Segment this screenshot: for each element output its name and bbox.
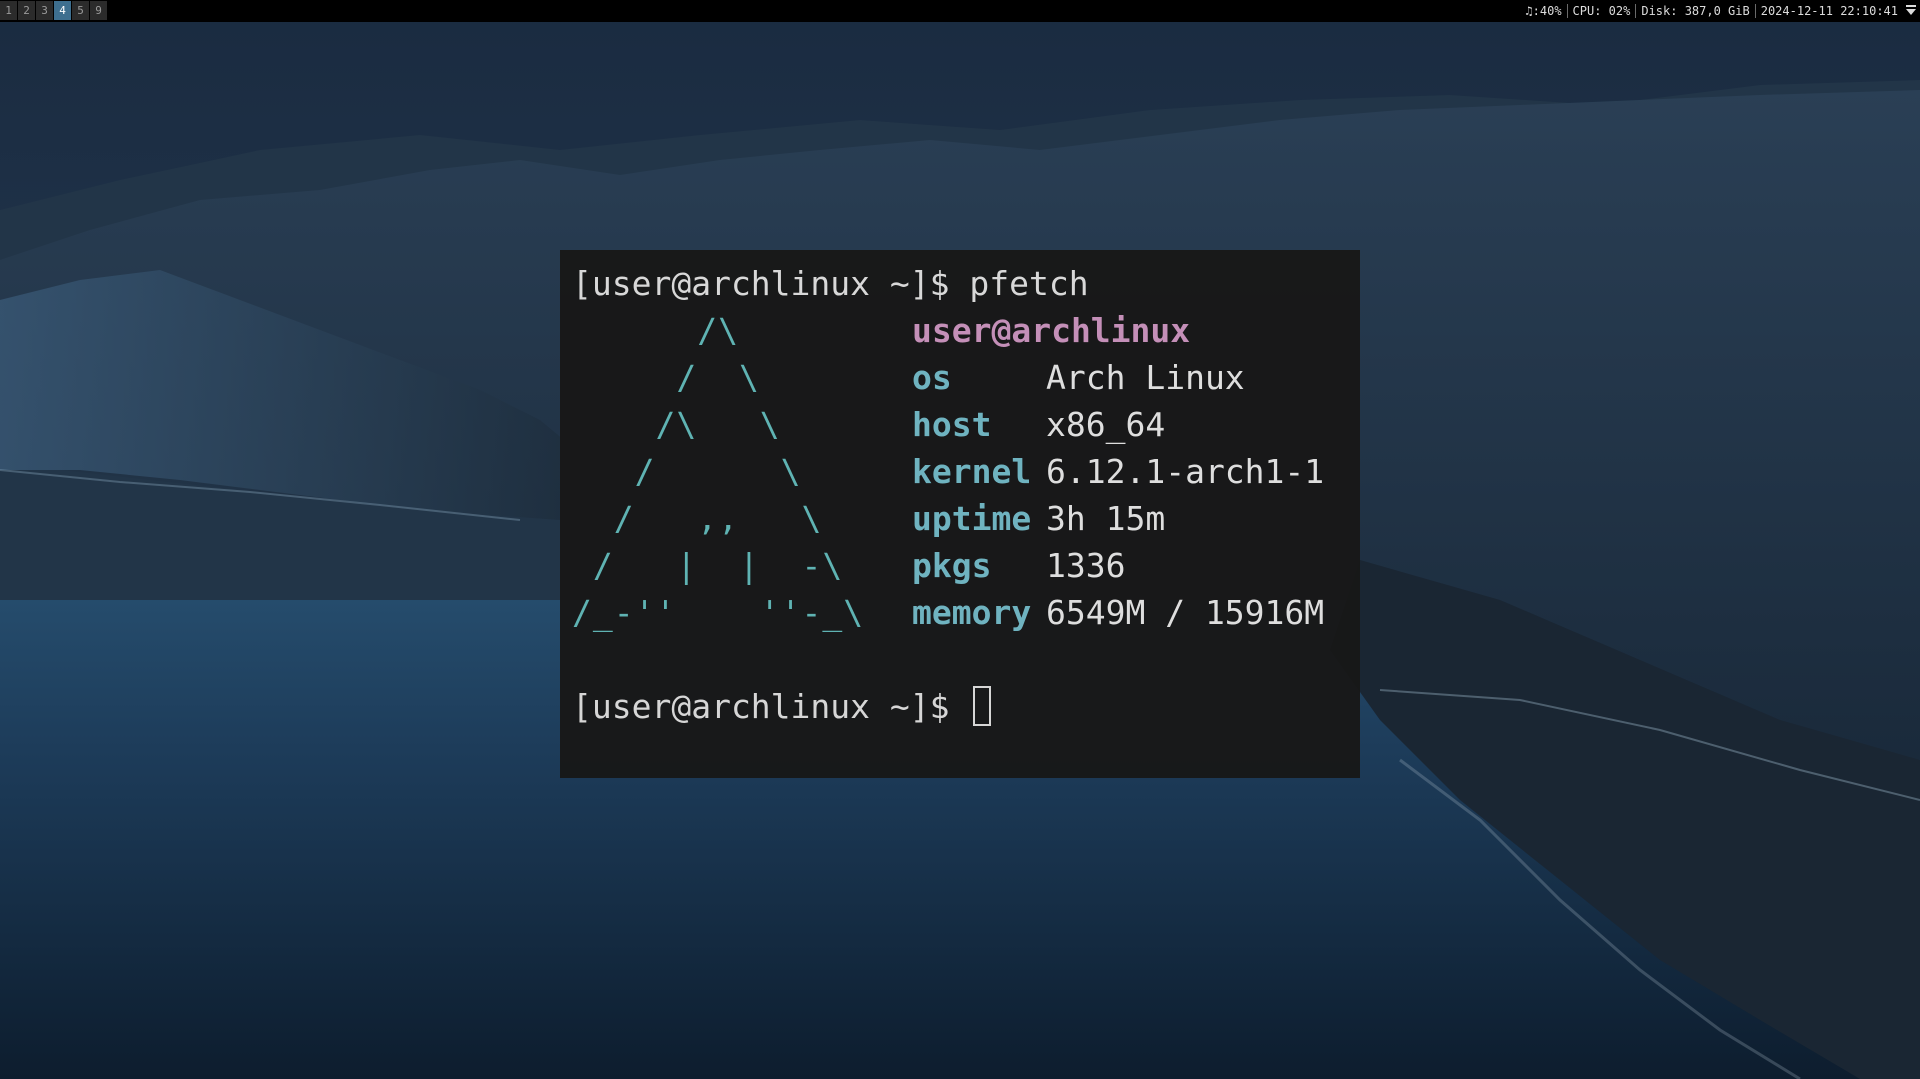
info-row-uptime: uptime 3h 15m [912,495,1324,542]
info-key: os [912,358,952,397]
logo-line: / \ [572,452,802,491]
logo-line: /\ \ [572,405,781,444]
info-row-host: host x86_64 [912,401,1324,448]
workspace-3-button[interactable]: 3 [36,1,53,20]
status-area: ♫:40% CPU: 02% Disk: 387,0 GiB 2024-12-1… [1525,0,1916,22]
workspace-9-button[interactable]: 9 [90,1,107,20]
info-value: 1336 [1046,546,1126,585]
info-value: 6549M / 15916M [1046,593,1325,632]
datetime-status: 2024-12-11 22:10:41 [1760,4,1898,18]
info-key: memory [912,593,1032,632]
info-key: pkgs [912,546,992,585]
info-value: 3h 15m [1046,499,1166,538]
logo-line: / ,, \ [572,499,823,538]
workspace-2-button[interactable]: 2 [18,1,35,20]
top-bar: 1 2 3 4 5 9 ♫:40% CPU: 02% Disk: 387,0 G… [0,0,1920,22]
command-text: pfetch [969,264,1089,303]
terminal-window[interactable]: [user@archlinux ~]$ pfetch /\ / \ /\ \ /… [560,250,1360,778]
info-row-memory: memory 6549M / 15916M [912,589,1324,636]
active-prompt-line[interactable]: [user@archlinux ~]$ [572,683,992,730]
info-value: 6.12.1-arch1-1 [1046,452,1325,491]
info-row-kernel: kernel 6.12.1-arch1-1 [912,448,1324,495]
info-value: x86_64 [1046,405,1166,444]
status-separator [1566,4,1568,18]
shell-prompt: [user@archlinux ~]$ [572,687,970,726]
info-value: Arch Linux [1046,358,1245,397]
cpu-status: CPU: 02% [1572,4,1631,18]
status-separator [1754,4,1756,18]
arch-logo-ascii: /\ / \ /\ \ / \ / ,, \ / | | -\ /_-'' ''-… [572,307,864,636]
info-row-os: os Arch Linux [912,354,1324,401]
workspace-5-button[interactable]: 5 [72,1,89,20]
status-separator [1635,4,1637,18]
logo-line: / \ [572,358,760,397]
workspace-1-button[interactable]: 1 [0,1,17,20]
shell-prompt: [user@archlinux ~]$ [572,264,970,303]
info-key: host [912,405,992,444]
info-row-pkgs: pkgs 1336 [912,542,1324,589]
text-cursor [973,686,992,726]
chevron-down-icon[interactable] [1906,5,1916,15]
info-key: uptime [912,499,1032,538]
workspace-list: 1 2 3 4 5 9 [0,0,108,22]
command-line: [user@archlinux ~]$ pfetch [572,260,1360,307]
disk-status: Disk: 387,0 GiB [1641,4,1750,18]
info-key: kernel [912,452,1032,491]
system-info: user@archlinux os Arch Linux host x86_64 k… [912,307,1324,636]
user-host-title: user@archlinux [912,311,1191,350]
logo-line: /\ [572,311,739,350]
volume-status[interactable]: ♫:40% [1525,0,1561,22]
workspace-4-button[interactable]: 4 [54,1,71,20]
logo-line: / | | -\ [572,546,844,585]
logo-line: /_-'' ''-_\ [572,593,865,632]
